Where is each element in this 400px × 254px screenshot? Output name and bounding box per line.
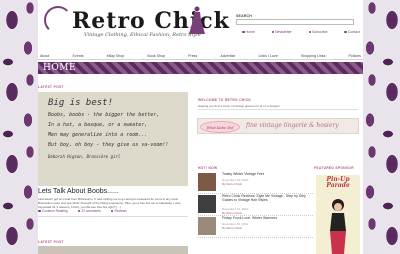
header-link-newsletter[interactable]: Newsletter: [271, 30, 292, 34]
post-meta: Continue Reading 22 comments Reviews: [38, 208, 188, 214]
rss-icon: [308, 30, 312, 34]
home-icon: [242, 30, 245, 34]
nav-item-shopping-links[interactable]: Shopping Links: [301, 54, 326, 58]
logo-swirl-icon: [44, 6, 72, 34]
hot-now-list: Toasty Winter Vintage Feet November 23, …: [198, 172, 313, 238]
header-link-subscribe[interactable]: Subscribe: [308, 30, 328, 34]
arrow-icon: [38, 209, 41, 213]
search-input[interactable]: [236, 19, 354, 25]
hot-item-author[interactable]: By Retro Chick: [222, 182, 242, 186]
nav-item-advertise[interactable]: Advertise: [220, 54, 235, 58]
comment-icon: [77, 209, 81, 213]
pinup-parade-ad[interactable]: Pin-Up Parade: [316, 175, 360, 254]
featured-sponsor-heading: FEATURED SPONSOR: [314, 166, 354, 170]
home-banner-label: HOME: [43, 63, 77, 73]
sponsor-logo: What Katie Did: [200, 121, 240, 133]
list-item[interactable]: Friday Frock Love: Winter Warmers Novemb…: [198, 216, 313, 238]
reviews-link[interactable]: Reviews: [110, 209, 127, 213]
contact-icon: [344, 30, 347, 34]
newsletter-icon: [271, 30, 275, 34]
nav-divider: [38, 59, 363, 60]
nav-item-book-shop[interactable]: Book Shop: [147, 54, 165, 58]
pinup-title: Pin-Up Parade: [326, 176, 350, 189]
nav-item-links[interactable]: Links I Love: [259, 54, 278, 58]
nav-item-ebay-shop[interactable]: eBay Shop: [107, 54, 125, 58]
site-logo[interactable]: Retro Chick: [72, 8, 230, 34]
pinup-figure-icon: [330, 199, 346, 254]
nav-item-press[interactable]: Press: [188, 54, 197, 58]
nav-item-events[interactable]: Events: [73, 54, 84, 58]
tag-icon: [110, 209, 114, 213]
site-tagline: Vintage Clothing, Ethical Fashion, Retro…: [84, 32, 201, 38]
post-title[interactable]: Lets Talk About Boobs......: [38, 188, 188, 195]
post-divider: [38, 216, 188, 217]
image-text-line: Big is best!: [48, 98, 114, 108]
post2-image[interactable]: [38, 246, 188, 254]
nav-item-about[interactable]: About: [40, 54, 49, 58]
hot-item-title[interactable]: Toasty Winter Vintage Feet: [222, 172, 312, 176]
header-links: Home Newsletter Subscribe Contact: [242, 30, 360, 34]
continue-reading-link[interactable]: Continue Reading: [38, 209, 68, 213]
nav-item-policies[interactable]: Policies: [349, 54, 361, 58]
header-link-home[interactable]: Home: [242, 30, 255, 34]
latest-post-heading-2: LATEST POST: [38, 240, 64, 244]
image-text-line: But boy, oh boy - they give us va-voom!!: [48, 142, 169, 148]
post-thumbnail[interactable]: [198, 173, 216, 191]
post-image[interactable]: Big is best! Boobs, boobs - the bigger t…: [38, 92, 188, 186]
image-text-line: In a hat, a basque, or a sweater,: [48, 122, 148, 128]
hot-item-title[interactable]: Friday Frock Love: Winter Warmers: [222, 216, 312, 220]
image-text-line: Men may generalize into a room...: [48, 132, 148, 138]
latest-post-heading: LATEST POST: [38, 85, 64, 89]
welcome-divider: [198, 109, 358, 110]
sponsor-banner[interactable]: What Katie Did fine vintage lingerie & h…: [197, 118, 359, 134]
post-thumbnail[interactable]: [198, 195, 216, 213]
list-item[interactable]: Toasty Winter Vintage Feet November 23, …: [198, 172, 313, 194]
hot-now-heading: HOT! NOW: [198, 166, 218, 170]
image-text-line: Deborah Higson, Brassière girl: [48, 154, 121, 159]
header-link-contact[interactable]: Contact: [344, 30, 360, 34]
home-banner: HOME: [38, 62, 363, 74]
sponsor-tagline: fine vintage lingerie & hosiery: [246, 122, 339, 129]
search-label: SEARCH: [236, 14, 252, 18]
hot-item-author[interactable]: By Retro Chick: [222, 226, 242, 230]
welcome-text: Helping you find a touch of vintage glam…: [198, 104, 280, 108]
list-item[interactable]: Retro Chick Reviews: Style Me Vintage - …: [198, 194, 313, 216]
main-nav: About Events eBay Shop Book Shop Press A…: [38, 52, 363, 59]
image-text-line: Boobs, boobs - the bigger the better,: [48, 112, 160, 118]
hot-item-title[interactable]: Retro Chick Reviews: Style Me Vintage - …: [222, 194, 312, 202]
hot-item-author[interactable]: By Retro Chick: [222, 211, 242, 215]
welcome-heading: WELCOME TO RETRO CHICK: [198, 98, 252, 102]
page-frame: Retro Chick Vintage Clothing, Ethical Fa…: [38, 0, 363, 254]
comments-link[interactable]: 22 comments: [77, 209, 101, 213]
post-thumbnail[interactable]: [198, 217, 216, 235]
